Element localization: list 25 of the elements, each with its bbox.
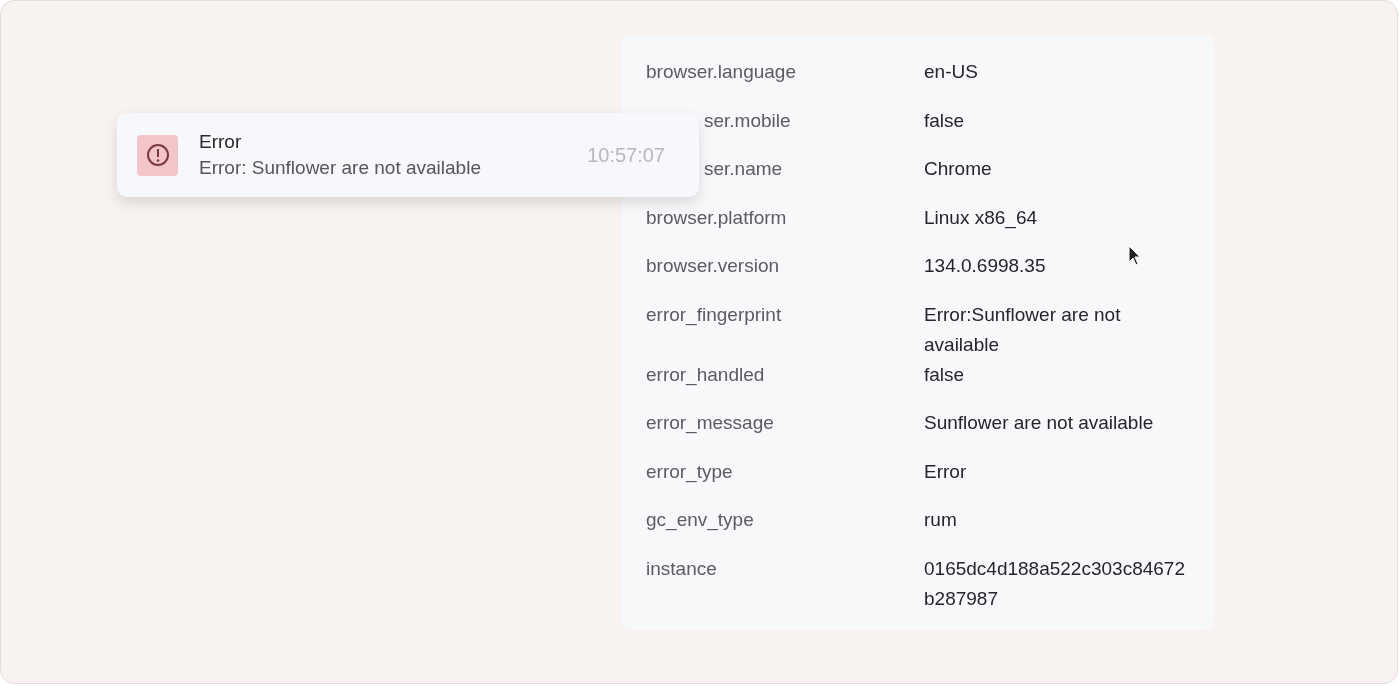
attribute-key: error_message	[646, 408, 774, 438]
toast-time: 10:57:07	[587, 143, 665, 167]
attribute-value: Linux x86_64	[924, 205, 1038, 231]
attribute-key: error_type	[646, 456, 733, 487]
attribute-key: instance	[646, 553, 717, 584]
toast-title: Error	[199, 130, 243, 154]
attribute-value: Chrome	[924, 157, 992, 181]
toast-message: Error: Sunflower are not available	[199, 156, 482, 180]
attribute-value: false	[924, 362, 965, 387]
attribute-key: error_fingerprint	[646, 299, 782, 330]
attribute-key: gc_env_type	[646, 505, 754, 535]
attribute-value: en-US	[924, 60, 978, 84]
attribute-key: ser.mobile	[646, 105, 791, 136]
cursor-icon	[1128, 245, 1142, 267]
attribute-value: 0165dc4d188a522c303c84672b287987	[924, 556, 1186, 611]
attribute-value: Sunflower are not available	[924, 411, 1154, 435]
attribute-value: false	[924, 108, 965, 133]
attribute-value: Error	[924, 459, 967, 484]
attribute-value: rum	[924, 508, 957, 532]
attribute-key: error_handled	[646, 359, 765, 390]
attribute-value: 134.0.6998.35	[924, 254, 1046, 278]
attribute-key: browser.language	[646, 57, 796, 87]
error-icon	[137, 134, 178, 176]
attribute-key: browser.version	[646, 251, 780, 281]
attribute-key: browser.platform	[646, 202, 787, 233]
